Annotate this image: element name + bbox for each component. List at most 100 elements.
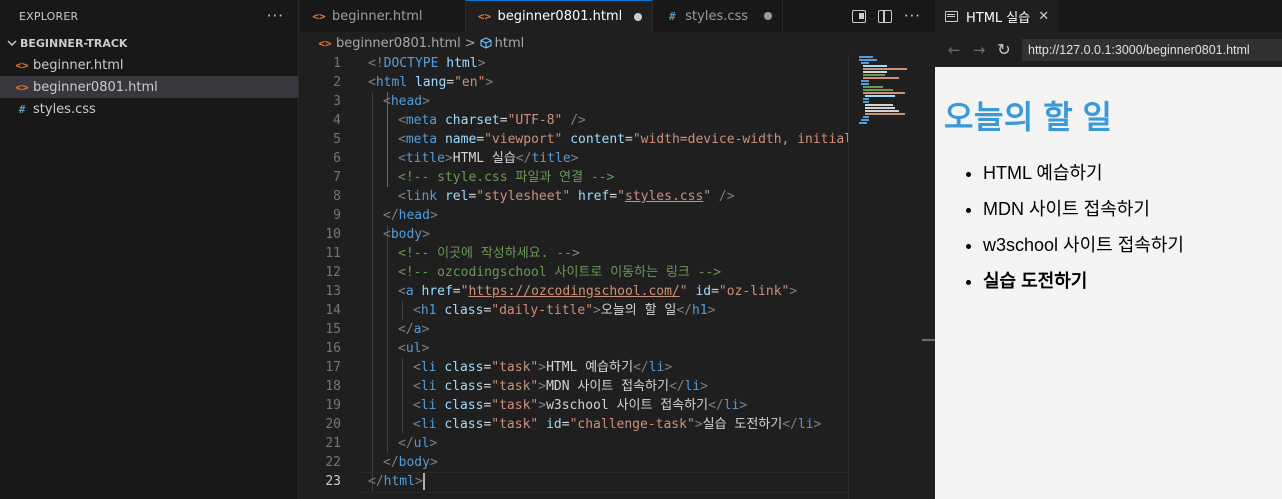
line-number: 20 [325,417,341,432]
token: </ [398,322,414,337]
token: </ [383,208,399,223]
token: < [413,379,421,394]
scrollbar-cursor-marker [922,339,935,341]
close-icon[interactable]: ✕ [1038,9,1049,24]
url-link[interactable]: https://ozcodingschool.com/ [468,284,679,299]
token: > [700,379,709,394]
token: > [707,303,716,318]
breadcrumb-file[interactable]: beginner0801.html [336,36,461,51]
token: "task" [491,379,539,394]
token: li [723,398,740,413]
browser-tab-title: HTML 실습 [966,10,1031,26]
reload-icon[interactable]: ↻ [993,39,1015,61]
token: name [444,132,477,147]
token: "challenge-task" [569,417,695,432]
minimap-line [863,92,905,94]
file-label: styles.css [33,101,96,117]
minimap[interactable] [848,54,920,499]
token: href [578,189,610,204]
unsaved-dot-icon[interactable] [634,12,643,21]
token: HTML 예습하기 [546,360,634,375]
code-line: 13 <a href="https://ozcodingschool.com/" … [300,282,848,301]
token: < [398,284,406,299]
explorer-panel: EXPLORER ··· BEGINNER-TRACK <> beginner.… [0,0,299,499]
token: > [429,208,438,223]
token: rel [444,189,469,204]
url-input[interactable]: http://127.0.0.1:3000/beginner0801.html [1022,38,1282,61]
challenge-task-item: 실습 도전하기 [983,265,1184,301]
token: > [570,151,579,166]
forward-arrow-icon[interactable]: → [968,39,990,61]
code-line-current: 23 </html> [300,472,848,493]
tab-beginner0801-html[interactable]: <> beginner0801.html [465,0,654,32]
code-line: 19 <li class="task">w3school 사이트 접속하기</li… [300,396,848,415]
token: "width=device-width, initial- [632,132,860,147]
symbol-cube-icon [480,37,492,49]
back-arrow-icon[interactable]: ← [943,39,965,61]
file-item-styles-css[interactable]: # styles.css [0,98,298,120]
file-label: beginner.html [33,57,124,73]
token: = [499,113,508,128]
token: body [398,455,430,470]
token: </ [515,151,532,166]
browser-nav-bar: ← → ↻ http://127.0.0.1:3000/beginner0801… [935,32,1282,67]
minimap-line [863,71,887,73]
token: > [422,227,430,242]
tab-beginner-html[interactable]: <> beginner.html [300,0,466,32]
token: </ [782,417,798,432]
tab-browser-preview[interactable]: HTML 실습 ✕ [935,0,1060,32]
code-line: 14 <h1 class="daily-title">오늘의 할 일</h1> [300,301,848,320]
task-list: HTML 예습하기 MDN 사이트 접속하기 w3school 사이트 접속하기… [965,157,1184,301]
html-file-icon: <> [15,58,29,72]
tab-styles-css[interactable]: # styles.css [653,0,784,32]
token: <!-- style.css 파일과 연결 --> [398,170,615,185]
code-editor[interactable]: 1 <!DOCTYPE html> 2 <html lang="en"> 3 <hea… [300,54,860,499]
minimap-line [865,104,893,106]
line-number: 15 [325,322,341,337]
token: < [413,417,421,432]
ellipsis-icon[interactable]: ··· [267,8,284,24]
token: = [711,284,719,299]
token: "viewport" [484,132,563,147]
token: head [398,208,430,223]
code-line: 7 <!-- style.css 파일과 연결 --> [300,168,848,187]
minimap-line [863,65,887,67]
token: </ [708,398,724,413]
code-line: 15 </a> [300,320,848,339]
html-file-icon: <> [312,9,326,23]
line-number: 8 [333,189,341,204]
unsaved-dot-icon[interactable] [764,12,773,20]
code-line: 21 </ul> [300,434,848,453]
breadcrumb-separator: > [464,35,476,51]
token: 오늘의 할 일 [600,303,677,318]
split-editor-icon[interactable] [877,9,892,23]
line-number: 9 [333,208,341,223]
minimap-line [865,110,899,112]
token: link [405,189,438,204]
file-item-beginner0801-html[interactable]: <> beginner0801.html [0,76,298,98]
folder-beginner-track[interactable]: BEGINNER-TRACK [0,32,298,54]
code-line: 1 <!DOCTYPE html> [300,54,848,73]
ellipsis-icon[interactable]: ··· [904,8,921,24]
token: > [421,322,430,337]
vertical-scrollbar[interactable] [920,54,935,499]
line-number: 11 [325,246,341,261]
daily-title-link[interactable]: 오늘의 할 일 [944,92,1112,138]
task-item: w3school 사이트 접속하기 [983,229,1184,265]
open-changes-icon[interactable] [851,9,866,23]
file-item-beginner-html[interactable]: <> beginner.html [0,54,298,76]
minimap-line [861,83,869,85]
token: html [383,474,415,489]
token: </ [676,303,692,318]
token: < [398,341,406,356]
token: < [383,94,391,109]
editor-area: <> beginner.html <> beginner0801.html # … [300,0,935,499]
css-file-link[interactable]: styles.css [625,189,703,204]
token: > [422,94,430,109]
file-label: beginner0801.html [33,79,158,95]
code-line: 2 <html lang="en"> [300,73,848,92]
breadcrumb-symbol[interactable]: html [495,36,525,51]
token: li [684,379,701,394]
token: class [444,360,484,375]
minimap-line [863,77,899,79]
